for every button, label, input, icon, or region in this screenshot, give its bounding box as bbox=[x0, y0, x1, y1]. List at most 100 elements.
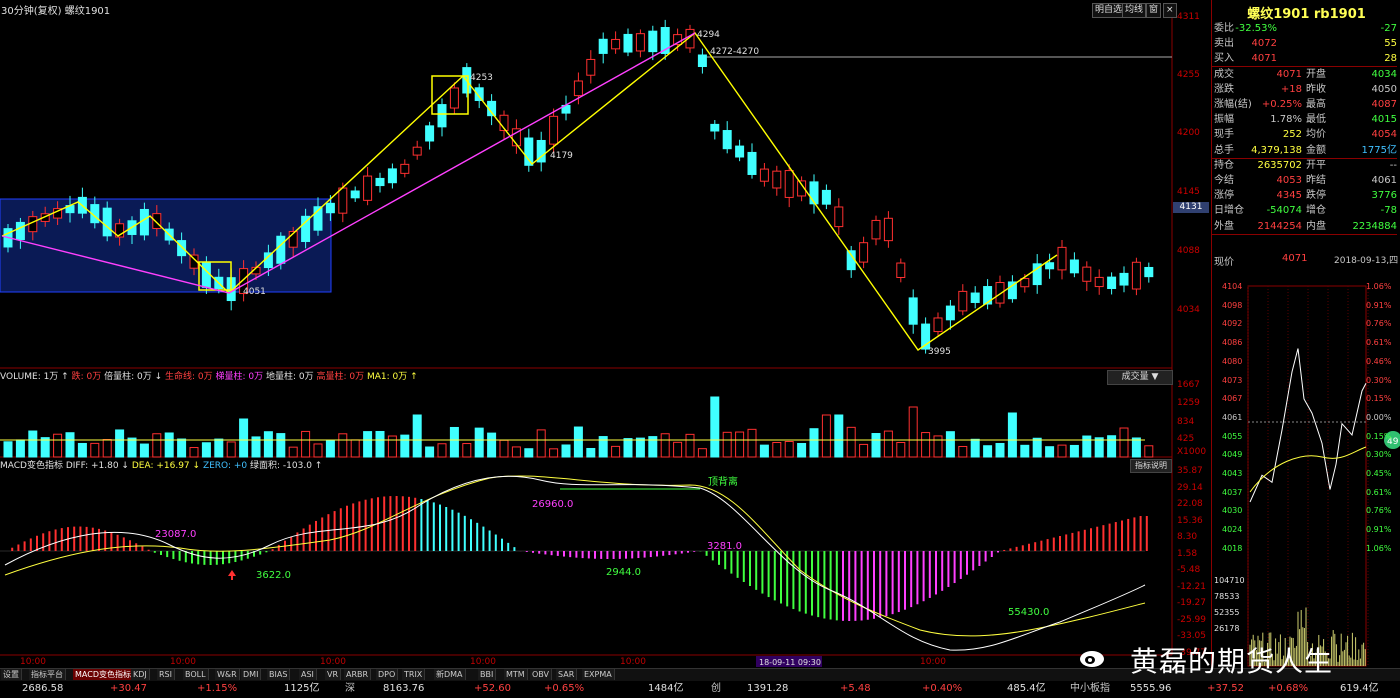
quote-value: 4071 bbox=[1251, 53, 1277, 65]
intraday-price-tick: 4030 bbox=[1222, 506, 1243, 516]
intraday-price-tick: 4104 bbox=[1222, 282, 1243, 291]
intraday-price-tick: 4055 bbox=[1222, 431, 1243, 441]
vol-tick: 834 bbox=[1177, 417, 1195, 427]
annotation-4294: 4294 bbox=[697, 30, 720, 40]
quote-value: 4087 bbox=[1371, 99, 1397, 110]
vol-h5: 地量柱: 0万 bbox=[266, 372, 314, 382]
indicator-tab[interactable]: 指标平台 bbox=[29, 669, 66, 680]
indicator-tab[interactable]: W&R bbox=[215, 669, 240, 680]
indicator-tab[interactable]: MACD变色指标 bbox=[73, 669, 134, 680]
quote-row: 现手 252 均价 4054 bbox=[1214, 128, 1397, 142]
quote-row: 外盘 2144254 内盘 2234884 bbox=[1211, 220, 1397, 235]
annotation-4179: 4179 bbox=[550, 151, 573, 161]
quote-value: -32.53% bbox=[1235, 23, 1277, 34]
intraday-pct-tick: 0.00% bbox=[1366, 412, 1392, 422]
indicator-tab[interactable]: VR bbox=[325, 669, 342, 680]
status-item: 1484亿 bbox=[648, 683, 684, 694]
quote-value: +18 bbox=[1280, 83, 1302, 95]
macd-tick: -19.27 bbox=[1177, 598, 1207, 608]
quote-value: 2635702 bbox=[1257, 159, 1302, 171]
quote-row: 总手 4,379,138 金额 1775亿 bbox=[1211, 144, 1397, 159]
indicator-tab[interactable]: RSI bbox=[157, 669, 175, 680]
indicator-tab[interactable]: KDJ bbox=[131, 669, 150, 680]
intraday-price-tick: 4080 bbox=[1222, 356, 1243, 366]
quote-label: 涨幅(结) bbox=[1214, 99, 1252, 110]
macd-h0: MACD变色指标 DIFF: +1.80 ↓ bbox=[0, 461, 129, 471]
intraday-price-tick: 4067 bbox=[1222, 394, 1243, 404]
macd-label-2944: 2944.0 bbox=[606, 567, 641, 578]
vol-h1: 跌: 0万 bbox=[71, 372, 102, 382]
quote-value: 4071 bbox=[1276, 68, 1302, 80]
intraday-price-tick: 4073 bbox=[1222, 375, 1243, 385]
time-label-1: 10:00 bbox=[20, 657, 46, 667]
indicator-tab[interactable]: BBI bbox=[478, 669, 497, 680]
quote-value: 252 bbox=[1282, 129, 1302, 141]
indicator-tab[interactable]: 新DMA bbox=[434, 669, 466, 680]
macd-header: MACD变色指标 DIFF: +1.80 ↓ DEA: +16.97 ↓ ZER… bbox=[0, 459, 322, 473]
quote-value: -54074 bbox=[1266, 205, 1302, 217]
cursor-time: 18-09-11 09:30 bbox=[759, 658, 821, 667]
macd-label-26960: 26960.0 bbox=[532, 499, 573, 510]
status-item: +1.15% bbox=[197, 683, 238, 694]
indicator-tab[interactable]: TRIX bbox=[402, 669, 426, 680]
quote-label: 增仓 bbox=[1306, 205, 1326, 217]
chart-canvas[interactable]: 4294 4272-4270 4253 4179 4051 3995 23087… bbox=[0, 0, 1211, 668]
macd-label-55430: 55430.0 bbox=[1008, 607, 1049, 618]
macd-tick: 8.30 bbox=[1177, 532, 1198, 542]
quote-value: 4,379,138 bbox=[1251, 144, 1302, 156]
weibo-icon bbox=[1078, 646, 1108, 668]
quote-label: 委比 bbox=[1214, 23, 1234, 34]
indicator-tab[interactable]: 设置 bbox=[1, 669, 22, 680]
now-price: 4071 bbox=[1282, 253, 1308, 264]
intraday-pct-tick: 0.91% bbox=[1366, 525, 1392, 535]
quote-label: 开盘 bbox=[1306, 68, 1326, 80]
indicator-tab[interactable]: EXPMA bbox=[582, 669, 615, 680]
status-item: 2686.58 bbox=[22, 683, 64, 694]
volume-select[interactable]: 成交量 ▼ bbox=[1107, 370, 1173, 385]
y-tick: 4088 bbox=[1177, 246, 1200, 256]
quote-value: 55 bbox=[1384, 38, 1397, 50]
quote-row: 涨跌 +18 昨收 4050 bbox=[1214, 83, 1397, 97]
time-label-4: 10:00 bbox=[470, 657, 496, 667]
intraday-pct-tick: 0.76% bbox=[1366, 506, 1392, 516]
indicator-tab[interactable]: DMI bbox=[241, 669, 262, 680]
quote-label: 均价 bbox=[1306, 129, 1326, 141]
annotation-4253: 4253 bbox=[470, 73, 493, 83]
indicator-tab[interactable]: OBV bbox=[530, 669, 553, 680]
indicator-tab[interactable]: BIAS bbox=[267, 669, 291, 680]
indicator-tab[interactable]: SAR bbox=[556, 669, 578, 680]
quote-value: -27 bbox=[1380, 23, 1397, 34]
indicator-tab[interactable]: ARBR bbox=[344, 669, 372, 680]
indicator-tab[interactable]: MTM bbox=[504, 669, 528, 680]
annotation-range: 4272-4270 bbox=[710, 47, 759, 57]
indicator-help-button[interactable]: 指标说明 bbox=[1130, 459, 1172, 473]
status-item: +52.60 bbox=[474, 683, 512, 694]
time-label-2: 10:00 bbox=[170, 657, 196, 667]
intraday-pct-tick: 0.30% bbox=[1366, 450, 1392, 460]
indicator-tab[interactable]: ASI bbox=[299, 669, 317, 680]
divergence-label: 顶背离 bbox=[708, 475, 738, 488]
quote-value: 2144254 bbox=[1257, 220, 1302, 232]
y-tick: 4145 bbox=[1177, 187, 1200, 197]
quote-row: 买入 4071 28 bbox=[1211, 52, 1397, 68]
quote-row: 成交 4071 开盘 4034 bbox=[1214, 68, 1397, 82]
quote-label: 跌停 bbox=[1306, 190, 1326, 202]
quote-value: +0.25% bbox=[1261, 99, 1302, 110]
intraday-vol-tick: 78533 bbox=[1214, 592, 1240, 601]
status-item: +0.65% bbox=[544, 683, 585, 694]
indicator-tab[interactable]: BOLL bbox=[183, 669, 209, 680]
quote-row: 委比 -32.53% -27 bbox=[1214, 22, 1397, 36]
quote-value: 4054 bbox=[1371, 129, 1397, 141]
price-tag: 4131 bbox=[1173, 202, 1209, 213]
quote-value: 1775亿 bbox=[1361, 144, 1397, 156]
indicator-tab[interactable]: DPO bbox=[376, 669, 399, 680]
intraday-pct-tick: 0.45% bbox=[1366, 469, 1392, 478]
now-label: 现价 bbox=[1214, 257, 1234, 268]
intraday-pct-tick: 1.06% bbox=[1366, 543, 1392, 553]
intraday-vol-tick: 104710 bbox=[1214, 576, 1245, 585]
quote-value: 28 bbox=[1384, 53, 1397, 65]
quote-row: 卖出 4072 55 bbox=[1214, 37, 1397, 51]
intraday-price-tick: 4024 bbox=[1222, 525, 1243, 535]
quote-label: 今结 bbox=[1214, 175, 1234, 186]
vol-tick: X1000 bbox=[1177, 447, 1207, 457]
